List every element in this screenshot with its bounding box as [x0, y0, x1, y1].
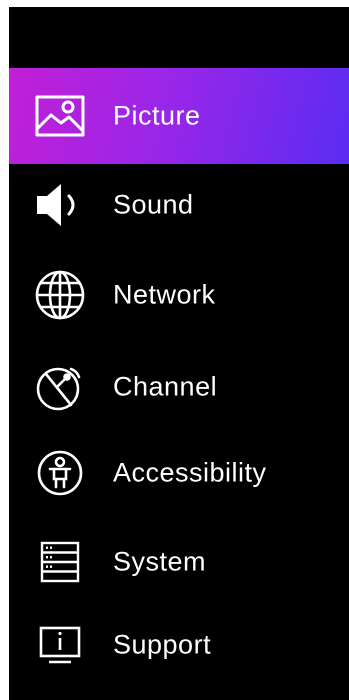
satellite-dish-icon [33, 360, 87, 414]
globe-icon [33, 268, 87, 322]
menu-item-system[interactable]: System [9, 514, 349, 610]
menu-item-picture[interactable]: Picture [9, 68, 349, 164]
menu-item-label: Accessibility [113, 457, 267, 488]
info-monitor-icon [33, 618, 87, 672]
menu-item-label: Channel [113, 371, 218, 402]
menu-item-accessibility[interactable]: Accessibility [9, 425, 349, 521]
picture-icon [33, 89, 87, 143]
menu-item-channel[interactable]: Channel [9, 339, 349, 435]
settings-menu: Picture Sound Network Channel Accessibil… [9, 7, 349, 700]
menu-item-network[interactable]: Network [9, 247, 349, 343]
menu-item-sound[interactable]: Sound [9, 157, 349, 253]
speaker-icon [33, 178, 87, 232]
menu-item-label: Support [113, 629, 212, 660]
menu-item-label: Picture [113, 100, 201, 131]
menu-item-label: Sound [113, 189, 194, 220]
menu-item-label: System [113, 546, 207, 577]
accessibility-icon [33, 446, 87, 500]
menu-item-label: Network [113, 279, 216, 310]
menu-item-support[interactable]: Support [9, 597, 349, 693]
server-icon [33, 535, 87, 589]
